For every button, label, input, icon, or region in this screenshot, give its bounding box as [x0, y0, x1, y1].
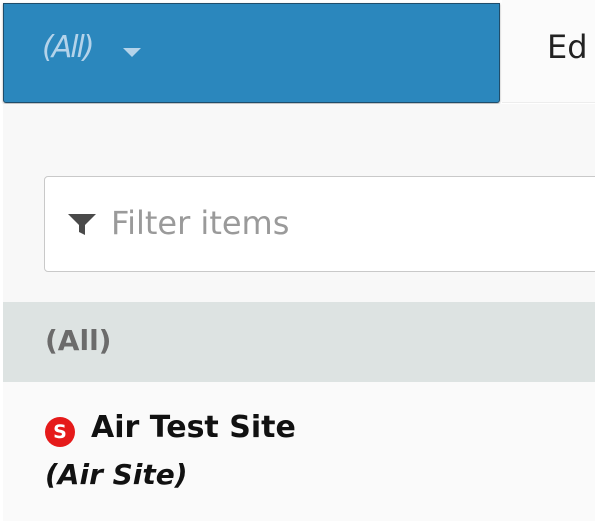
edit-tab-label: Ed — [547, 28, 588, 66]
site-type-label: (Air Site) — [45, 458, 188, 491]
filter-field[interactable] — [44, 176, 595, 272]
site-type-badge: S — [45, 417, 75, 447]
filter-input[interactable] — [111, 201, 581, 245]
list-item[interactable]: S Air Test Site (Air Site) — [3, 382, 595, 521]
edit-tab[interactable]: Ed — [502, 0, 595, 103]
filter-icon — [68, 214, 96, 235]
list-item-all[interactable]: (All) — [3, 302, 595, 382]
site-name: Air Test Site — [91, 410, 296, 445]
all-item-label: (All) — [45, 324, 112, 357]
caret-down-icon — [123, 48, 141, 57]
dropdown-panel: (All) S Air Test Site (Air Site) — [3, 104, 595, 521]
selector-value: (All) — [42, 30, 95, 65]
site-picker-screen: (All) Ed (All) S Air Test Site (Air Site… — [0, 0, 595, 521]
site-selector-dropdown[interactable]: (All) — [3, 3, 500, 103]
